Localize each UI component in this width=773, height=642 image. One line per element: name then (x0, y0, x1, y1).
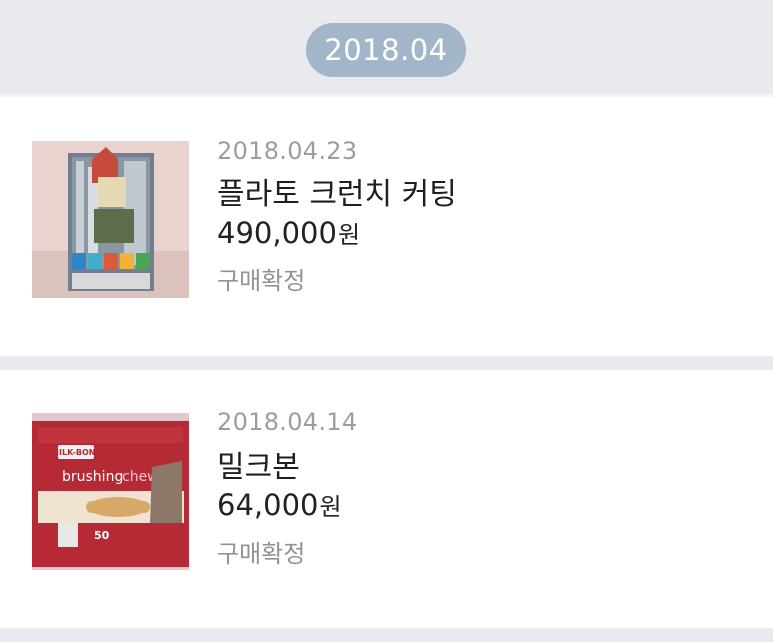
price-value: 490,000 (217, 216, 337, 250)
month-header: 2018.04 (0, 0, 773, 94)
currency: 원 (337, 221, 361, 249)
order-item[interactable]: MILK-BONE brushing chews 50 2018.04.14 밀… (0, 370, 773, 628)
box-count-text: 50 (94, 529, 110, 542)
order-date: 2018.04.14 (217, 408, 358, 436)
price: 64,000원 (217, 487, 342, 522)
box-brand-text: MILK-BONE (51, 448, 101, 457)
product-bag-photo-icon (32, 141, 189, 298)
price-value: 64,000 (217, 488, 319, 522)
box-line1-text: brushing (62, 469, 123, 485)
order-date: 2018.04.23 (217, 137, 358, 165)
month-label: 2018.04 (306, 23, 466, 77)
price: 490,000원 (217, 215, 360, 250)
product-thumbnail[interactable]: MILK-BONE brushing chews 50 (32, 413, 189, 570)
product-name[interactable]: 밀크본 (217, 442, 300, 486)
product-name[interactable]: 플라토 크런치 커팅 (217, 169, 457, 213)
currency: 원 (319, 493, 342, 521)
product-box-photo-icon: MILK-BONE brushing chews 50 (32, 413, 189, 570)
product-thumbnail[interactable] (32, 141, 189, 298)
order-item[interactable]: 2018.04.23 플라토 크런치 커팅 490,000원 구매확정 (0, 97, 773, 356)
order-status: 구매확정 (217, 540, 306, 568)
order-status: 구매확정 (217, 267, 306, 295)
